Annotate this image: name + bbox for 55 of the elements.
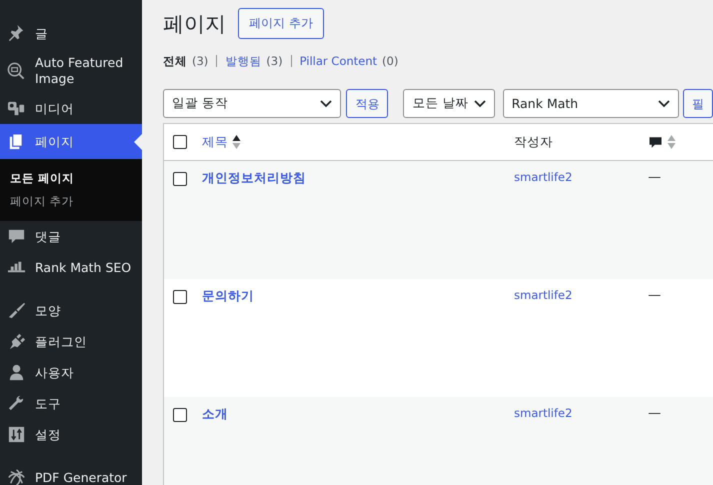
page-title-link[interactable]: 소개 [202,406,514,423]
brush-icon [7,301,26,320]
status-filter-link[interactable]: 전체 [163,54,187,68]
row-checkbox[interactable] [173,172,187,186]
sort-arrows-icon[interactable] [232,134,241,150]
status-filter-link[interactable]: Pillar Content [300,54,378,68]
comment-icon [648,134,663,150]
sidebar-item[interactable]: 미디어 [0,93,142,124]
sidebar-item[interactable]: Auto Featured Image [0,49,142,93]
plug-icon [7,332,26,351]
seo-filter-select[interactable]: Rank Math [502,89,679,118]
status-filter-link[interactable]: 발행됨 [225,54,262,68]
row-checkbox[interactable] [173,290,187,304]
column-header-link[interactable]: 제목 [202,134,228,150]
submenu-link[interactable]: 페이지 추가 [0,190,142,213]
search-icon [7,62,26,80]
comment-count: — [648,170,662,185]
author-link[interactable]: smartlife2 [514,288,648,302]
filter-button[interactable]: 필 [683,89,713,118]
sidebar-item[interactable]: 사용자 [0,357,142,388]
page-title: 페이지 [163,10,226,38]
page-title-link[interactable]: 문의하기 [202,288,514,305]
sidebar-item[interactable]: 댓글 [0,221,142,252]
filter-count: (3) [192,54,208,68]
author-link[interactable]: smartlife2 [514,170,648,184]
select-all-checkbox[interactable] [173,135,187,149]
author-link[interactable]: smartlife2 [514,406,648,420]
date-select[interactable]: 모든 날짜 [403,89,495,118]
sliders-icon [7,425,26,444]
sidebar-item[interactable]: 플러그인 [0,326,142,357]
pin-icon [7,24,26,43]
row-checkbox[interactable] [173,408,187,422]
comment-count: — [648,288,662,303]
bulk-action-select[interactable]: 일괄 동작 [163,89,342,118]
chevron-down-icon [658,100,670,108]
page-title-link[interactable]: 개인정보처리방침 [202,170,514,187]
submenu-link[interactable]: 모든 페이지 [0,167,142,190]
column-header: 작성자 [514,134,553,150]
sidebar-item[interactable]: 모양 [0,295,142,326]
comment-count: — [648,406,662,421]
sidebar-item[interactable]: PDF Generator [0,462,142,485]
apply-button[interactable]: 적용 [346,89,388,118]
media-icon [7,99,26,118]
chevron-down-icon [320,100,332,108]
filter-count: (3) [266,54,283,68]
chevron-down-icon [474,100,486,108]
sidebar-item[interactable]: Rank Math SEO [0,252,142,283]
sidebar-item[interactable]: 도구 [0,388,142,419]
user-icon [7,363,26,382]
sidebar-item[interactable]: 글 [0,18,142,49]
add-page-button[interactable]: 페이지 추가 [238,8,324,39]
filter-count: (0) [382,54,398,68]
sidebar-item[interactable]: 페이지 [0,124,142,159]
sidebar-item[interactable]: 설정 [0,419,142,450]
wrench-icon [7,394,26,413]
